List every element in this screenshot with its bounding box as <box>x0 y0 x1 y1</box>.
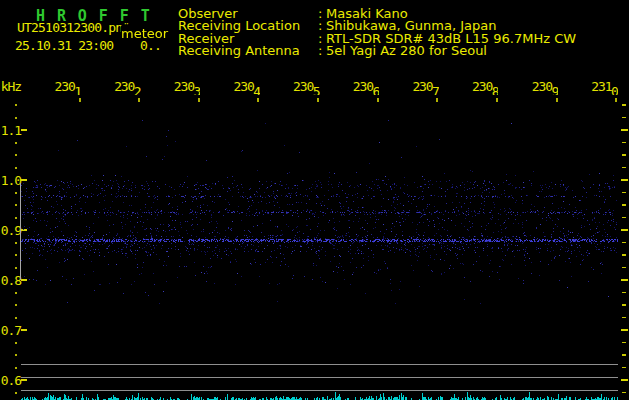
hrofft-screen: HROFFT UT2510312300.pn ¨ meteor 25.10.31… <box>0 0 629 400</box>
spectrogram-noise-canvas <box>0 0 629 400</box>
station-id: meteor <box>121 26 168 41</box>
